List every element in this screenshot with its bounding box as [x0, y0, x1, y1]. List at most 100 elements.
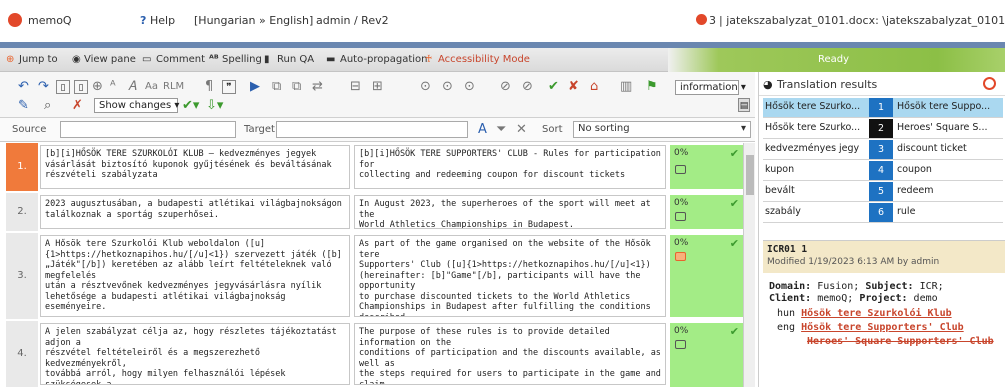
filter-icon[interactable]: ⏷	[496, 123, 506, 137]
comment-icon[interactable]	[675, 340, 686, 349]
language-pair[interactable]: [Hungarian » English]	[194, 14, 313, 27]
note-icon[interactable]: ▤	[738, 98, 750, 112]
segment-number[interactable]: 3.	[6, 233, 38, 319]
rlm-button[interactable]: RLM	[163, 80, 184, 94]
segment-number[interactable]: 1.	[6, 143, 38, 191]
result-row[interactable]: szabály 6 rule	[763, 203, 1003, 223]
result-number: 5	[869, 182, 893, 201]
segment-number[interactable]: 4.	[6, 321, 38, 387]
jump-to-button[interactable]: Jump to	[19, 54, 58, 65]
target-cell[interactable]: As part of the game organised on the web…	[354, 235, 666, 317]
next-change-icon[interactable]: ⇩▾	[206, 99, 223, 113]
segment-status: 0% ✔	[670, 323, 743, 387]
confirmed-check-icon: ✔	[729, 197, 739, 210]
sort-select[interactable]: No sorting ▾	[573, 121, 751, 138]
project-label: Project:	[859, 293, 908, 304]
check-icon[interactable]: ✔	[548, 80, 559, 94]
target-cell[interactable]: [b][i]HŐSÖK TERE SUPPORTERS' CLUB - Rule…	[354, 145, 666, 189]
view-icon[interactable]: ▥	[620, 80, 632, 94]
split-icon[interactable]: ⊟	[350, 80, 361, 94]
comment-icon[interactable]	[675, 252, 686, 261]
hun-label: hun	[777, 308, 796, 319]
result-target: Hősök tere Suppo...	[897, 101, 991, 112]
italic-icon[interactable]: 𝐴	[128, 80, 137, 94]
result-target: rule	[897, 206, 916, 217]
target-cell[interactable]: The purpose of these rules is to provide…	[354, 323, 666, 385]
grid-scrollbar[interactable]	[743, 143, 755, 387]
segment-icon[interactable]: ⊞	[372, 80, 383, 94]
domain-label: Domain:	[769, 281, 812, 292]
view-pane-button[interactable]: View pane	[84, 54, 136, 65]
lock-icon[interactable]: ⌂	[590, 80, 598, 94]
app-name: memoQ	[28, 14, 72, 27]
quote-icon[interactable]: ❞	[222, 80, 236, 94]
font-size-icon[interactable]: A	[478, 123, 487, 137]
tag-view-full-icon[interactable]: ▯	[74, 80, 88, 94]
results-header: ◕ Translation results	[759, 72, 1005, 96]
source-cell[interactable]: A jelen szabályzat célja az, hogy részle…	[40, 323, 350, 385]
lookup-icon[interactable]: ⊙	[420, 80, 431, 94]
concordance-icon[interactable]: ⊙	[442, 80, 453, 94]
target-filter-input[interactable]	[276, 121, 468, 138]
result-row[interactable]: bevált 5 redeem	[763, 182, 1003, 202]
marker-icon[interactable]: ✗	[72, 99, 83, 113]
source-cell[interactable]: [b][i]HŐSÖK TERE SZURKOLÓI KLUB – kedvez…	[40, 145, 350, 189]
pen-icon[interactable]: ✎	[18, 99, 29, 113]
search-icon[interactable]: ⌕	[44, 99, 51, 113]
show-changes-select[interactable]: Show changes ▾	[94, 98, 179, 113]
bold-icon[interactable]: ᴬ	[110, 80, 116, 94]
insert-icon[interactable]: ⊕	[92, 80, 103, 94]
mt-icon[interactable]: ⊘	[500, 80, 511, 94]
undo-icon[interactable]: ↶	[18, 80, 29, 94]
tag-insert-icon[interactable]: ⧉	[272, 80, 281, 94]
eng-term[interactable]: Hősök tere Supporters' Club	[801, 322, 964, 333]
join-icon[interactable]: ⇄	[312, 80, 323, 94]
auto-propagation-button[interactable]: Auto-propagation	[340, 54, 427, 65]
entry-meta: Domain: Fusion; Subject: ICR; Client: me…	[769, 281, 944, 305]
flag-icon[interactable]: ⚑	[646, 80, 658, 94]
status-text: Ready	[818, 54, 850, 65]
tag-view-icon[interactable]: ▯	[56, 80, 70, 94]
scrollbar-thumb[interactable]	[746, 155, 754, 195]
source-cell[interactable]: A Hősök tere Szurkolói Klub weboldalon (…	[40, 235, 350, 317]
result-row[interactable]: kupon 4 coupon	[763, 161, 1003, 181]
comment-icon[interactable]	[675, 165, 686, 174]
info-select[interactable]: information ▾	[675, 80, 746, 95]
results-pane-icon: ◕	[763, 78, 773, 91]
help-menu[interactable]: Help	[150, 14, 175, 27]
help-icon[interactable]: ?	[140, 14, 146, 27]
filter-bar: Source Target A ⏷ ✕ Sort No sorting ▾	[0, 118, 755, 142]
result-row[interactable]: Hősök tere Szurko... 2 Heroes' Square S...	[763, 119, 1003, 139]
lqa-icon[interactable]: ⊘	[522, 80, 533, 94]
segment-number[interactable]: 2.	[6, 193, 38, 231]
reject-icon[interactable]: ✘	[568, 80, 579, 94]
comment-button[interactable]: Comment	[156, 54, 205, 65]
run-qa-button[interactable]: Run QA	[277, 54, 314, 65]
result-target: discount ticket	[897, 143, 967, 154]
pilcrow-icon[interactable]: ¶	[205, 80, 213, 94]
comment-icon[interactable]	[675, 212, 686, 221]
accessibility-icon: ♰	[425, 54, 433, 65]
confirmed-check-icon: ✔	[729, 147, 739, 160]
result-row[interactable]: kedvezményes jegy 3 discount ticket	[763, 140, 1003, 160]
target-filter-label: Target	[244, 124, 275, 135]
eng-forbidden-term[interactable]: Heroes' Square Supporters' Club	[807, 336, 994, 347]
tag-copy-icon[interactable]: ⧉	[292, 80, 301, 94]
view-pane-icon: ◉	[72, 54, 81, 65]
source-cell[interactable]: 2023 augusztusában, a budapesti atlétika…	[40, 195, 350, 229]
spelling-button[interactable]: Spelling	[222, 54, 262, 65]
target-cell[interactable]: In August 2023, the superheroes of the s…	[354, 195, 666, 229]
accept-change-icon[interactable]: ✔▾	[182, 99, 199, 113]
settings-icon[interactable]	[983, 77, 996, 90]
clear-filter-icon[interactable]: ✕	[516, 123, 527, 137]
case-toggle[interactable]: Aa	[145, 80, 158, 94]
redo-icon[interactable]: ↷	[38, 80, 49, 94]
accessibility-mode-button[interactable]: Accessibility Mode	[438, 54, 530, 65]
result-row[interactable]: Hősök tere Szurko... 1 Hősök tere Suppo...	[763, 98, 1003, 118]
source-filter-input[interactable]	[60, 121, 236, 138]
confirm-icon[interactable]: ▶	[250, 80, 260, 94]
sort-label: Sort	[542, 124, 563, 135]
term-icon[interactable]: ⊙	[464, 80, 475, 94]
project-value: demo	[913, 293, 938, 304]
hun-term[interactable]: Hősök tere Szurkolói Klub	[801, 308, 952, 319]
